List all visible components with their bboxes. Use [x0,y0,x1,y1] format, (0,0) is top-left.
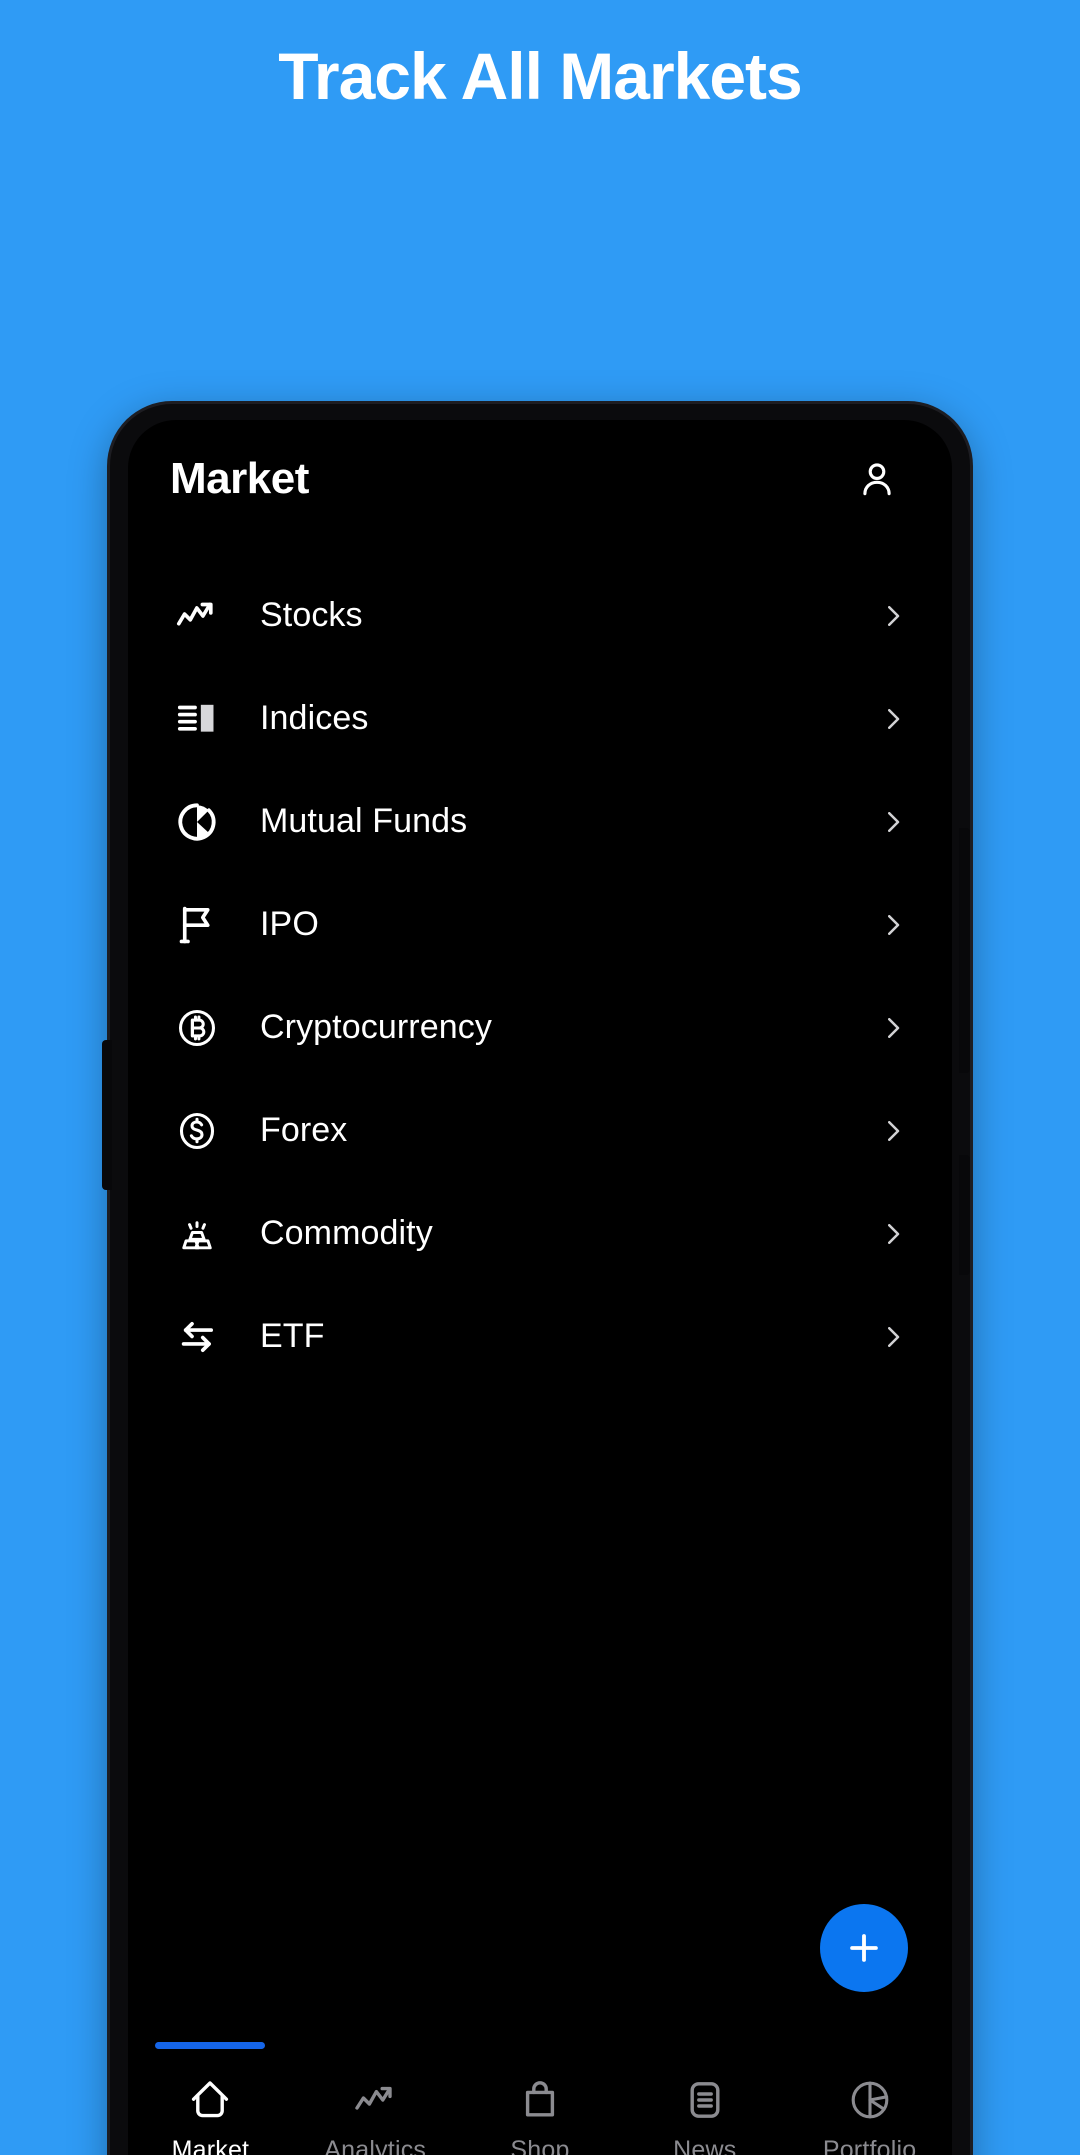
home-icon [186,2072,234,2128]
app-screen: Market Stocks Indices Mutual Funds IPO C… [128,420,952,2155]
chevron-right-icon [876,1013,910,1043]
chevron-right-icon [876,601,910,631]
chevron-right-icon [876,1322,910,1352]
menu-row-cryptocurrency[interactable]: Cryptocurrency [128,976,952,1079]
menu-row-commodity[interactable]: Commodity [128,1182,952,1285]
menu-row-mutual-funds[interactable]: Mutual Funds [128,770,952,873]
nav-label: Shop [510,2136,570,2155]
menu-label: Mutual Funds [260,802,468,840]
trending-up-icon [351,2072,399,2128]
bitcoin-circle-icon [170,1001,224,1055]
menu-row-etf[interactable]: ETF [128,1285,952,1388]
trending-up-icon [170,589,224,643]
chevron-right-icon [876,1219,910,1249]
nav-label: News [673,2136,737,2155]
nav-label: Market [171,2136,250,2155]
dollar-circle-icon [170,1104,224,1158]
phone-side-button-volume[interactable] [959,828,970,1073]
menu-row-indices[interactable]: Indices [128,667,952,770]
menu-label: Commodity [260,1214,433,1252]
nav-item-market[interactable]: Market [128,2042,293,2155]
circular-chart-icon [170,795,224,849]
swap-arrows-icon [170,1310,224,1364]
page-title: Track All Markets [278,39,803,113]
menu-row-ipo[interactable]: IPO [128,873,952,976]
document-icon [681,2072,729,2128]
bottom-navigation-bar: Market Analytics Shop News Portfolio [128,2042,952,2155]
menu-label: Cryptocurrency [260,1008,492,1046]
gold-bars-icon [170,1207,224,1261]
chevron-right-icon [876,1116,910,1146]
nav-item-shop[interactable]: Shop [458,2042,623,2155]
phone-side-button-power[interactable] [959,1155,970,1275]
profile-button[interactable] [846,448,908,510]
menu-label: Indices [260,699,369,737]
menu-label: Forex [260,1111,348,1149]
menu-row-forex[interactable]: Forex [128,1079,952,1182]
chevron-right-icon [876,910,910,940]
add-button[interactable] [820,1904,908,1992]
pie-chart-icon [846,2072,894,2128]
nav-item-analytics[interactable]: Analytics [293,2042,458,2155]
nav-item-portfolio[interactable]: Portfolio [787,2042,952,2155]
bar-list-icon [170,692,224,746]
app-bar: Market [128,420,952,538]
phone-side-button-left[interactable] [102,1040,112,1190]
market-category-list: Stocks Indices Mutual Funds IPO Cryptocu… [128,538,952,2042]
app-bar-title: Market [170,454,309,503]
person-icon [863,463,891,496]
active-tab-indicator [155,2042,266,2049]
nav-label: Analytics [324,2136,427,2155]
chevron-right-icon [876,807,910,837]
menu-row-stocks[interactable]: Stocks [128,564,952,667]
menu-label: Stocks [260,596,363,634]
nav-item-news[interactable]: News [622,2042,787,2155]
menu-label: ETF [260,1317,325,1355]
chevron-right-icon [876,704,910,734]
plus-icon [850,1934,878,1962]
flag-icon [170,898,224,952]
menu-label: IPO [260,905,319,943]
nav-label: Portfolio [822,2136,917,2155]
phone-mockup-frame: Market Stocks Indices Mutual Funds IPO C… [110,404,970,2155]
shopping-bag-icon [516,2072,564,2128]
